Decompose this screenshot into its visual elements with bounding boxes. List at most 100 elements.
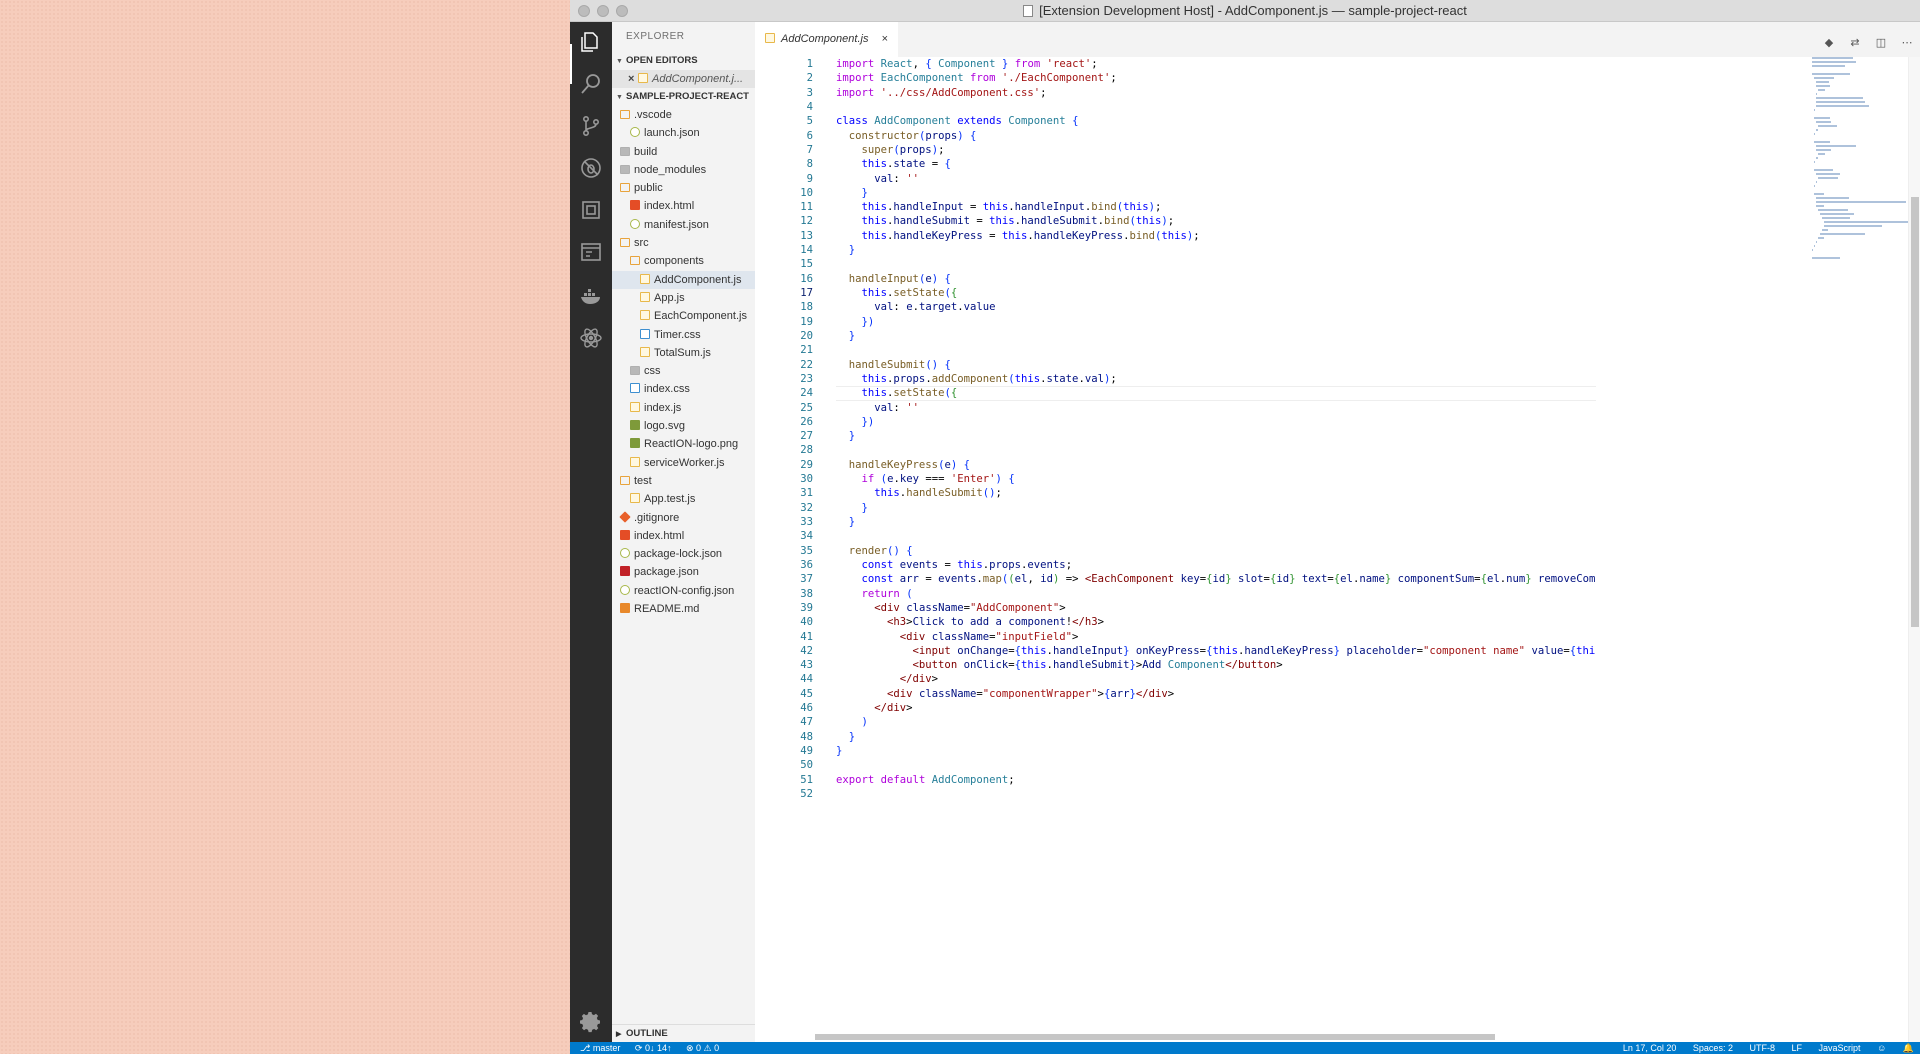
tree-item[interactable]: package.json [612, 563, 755, 581]
tree-item[interactable]: logo.svg [612, 417, 755, 435]
git-compare-icon[interactable]: ⇄ [1848, 36, 1862, 50]
code-line[interactable]: this.handleSubmit(); [836, 486, 1596, 500]
code-line[interactable] [836, 100, 1596, 114]
code-line[interactable]: } [836, 501, 1596, 515]
code-line[interactable] [836, 758, 1596, 772]
code-line[interactable] [836, 787, 1596, 801]
code-line[interactable]: } [836, 429, 1596, 443]
feedback-icon[interactable]: ☺ [1877, 1043, 1886, 1053]
code-line[interactable]: if (e.key === 'Enter') { [836, 472, 1596, 486]
vertical-scroll-thumb[interactable] [1911, 197, 1919, 627]
vertical-scrollbar[interactable] [1908, 57, 1920, 1042]
code-line[interactable]: this.props.addComponent(this.state.val); [836, 372, 1596, 386]
tree-item[interactable]: TotalSum.js [612, 344, 755, 362]
code-line[interactable]: const events = this.props.events; [836, 558, 1596, 572]
code-line[interactable]: } [836, 329, 1596, 343]
tree-item[interactable]: README.md [612, 600, 755, 618]
search-icon[interactable] [579, 72, 603, 96]
encoding-status[interactable]: UTF-8 [1749, 1043, 1775, 1053]
code-line[interactable]: <h3>Click to add a component!</h3> [836, 615, 1596, 629]
code-line[interactable]: import '../css/AddComponent.css'; [836, 86, 1596, 100]
code-line[interactable]: super(props); [836, 143, 1596, 157]
code-line[interactable]: this.handleSubmit = this.handleSubmit.bi… [836, 214, 1596, 228]
tree-item[interactable]: ReactION-logo.png [612, 435, 755, 453]
code-line[interactable]: render() { [836, 544, 1596, 558]
code-line[interactable]: this.setState({ [836, 286, 1596, 300]
problems-status[interactable]: ⊗ 0 ⚠ 0 [686, 1043, 719, 1053]
tree-item[interactable]: index.html [612, 527, 755, 545]
minimap[interactable] [1812, 57, 1914, 259]
docker-icon[interactable] [579, 284, 603, 308]
more-actions-icon[interactable]: ⋯ [1900, 36, 1914, 50]
notifications-bell-icon[interactable]: 🔔 [1903, 1043, 1914, 1053]
tree-item[interactable]: EachComponent.js [612, 307, 755, 325]
tree-item[interactable]: App.js [612, 289, 755, 307]
code-line[interactable] [836, 343, 1596, 357]
code-line[interactable]: handleSubmit() { [836, 358, 1596, 372]
code-line[interactable]: class AddComponent extends Component { [836, 114, 1596, 128]
code-line[interactable]: }) [836, 315, 1596, 329]
code-line[interactable] [836, 257, 1596, 271]
language-mode[interactable]: JavaScript [1819, 1043, 1861, 1053]
react-atom-icon[interactable] [579, 326, 603, 350]
code-line[interactable]: </div> [836, 701, 1596, 715]
tree-item[interactable]: .vscode [612, 106, 755, 124]
tree-item[interactable]: .gitignore [612, 509, 755, 527]
code-line[interactable]: <input onChange={this.handleInput} onKey… [836, 644, 1596, 658]
split-editor-icon[interactable]: ◫ [1874, 36, 1888, 50]
tree-item[interactable]: index.css [612, 380, 755, 398]
open-editor-item[interactable]: × AddComponent.j... [612, 70, 755, 88]
code-line[interactable]: const arr = events.map((el, id) => <Each… [836, 572, 1596, 586]
code-line[interactable]: } [836, 515, 1596, 529]
code-line[interactable]: <div className="componentWrapper">{arr}<… [836, 687, 1596, 701]
tab-addcomponent[interactable]: AddComponent.js × [755, 22, 898, 57]
debug-icon[interactable] [579, 156, 603, 180]
tree-item[interactable]: index.html [612, 197, 755, 215]
code-line[interactable]: } [836, 744, 1596, 758]
tree-item[interactable]: components [612, 252, 755, 270]
code-line[interactable]: return ( [836, 587, 1596, 601]
code-line[interactable]: handleInput(e) { [836, 272, 1596, 286]
tree-item[interactable]: build [612, 143, 755, 161]
code-line[interactable]: import React, { Component } from 'react'… [836, 57, 1596, 71]
tree-item[interactable]: public [612, 179, 755, 197]
outline-section[interactable]: ▶ OUTLINE [612, 1024, 755, 1042]
cursor-position[interactable]: Ln 17, Col 20 [1623, 1043, 1677, 1053]
code-line[interactable]: } [836, 186, 1596, 200]
gear-icon[interactable] [579, 1010, 603, 1034]
code-line[interactable]: this.handleInput = this.handleInput.bind… [836, 200, 1596, 214]
code-line[interactable]: }) [836, 415, 1596, 429]
code-line[interactable]: } [836, 243, 1596, 257]
code-line[interactable] [836, 529, 1596, 543]
tree-item[interactable]: App.test.js [612, 490, 755, 508]
code-area[interactable]: import React, { Component } from 'react'… [836, 57, 1596, 801]
tree-item[interactable]: test [612, 472, 755, 490]
tree-item[interactable]: node_modules [612, 161, 755, 179]
tree-item[interactable]: src [612, 234, 755, 252]
tree-item[interactable]: reactION-config.json [612, 582, 755, 600]
tree-item[interactable]: package-lock.json [612, 545, 755, 563]
explorer-icon[interactable] [579, 30, 603, 54]
code-line[interactable]: <div className="inputField"> [836, 630, 1596, 644]
code-line[interactable]: this.handleKeyPress = this.handleKeyPres… [836, 229, 1596, 243]
close-icon[interactable]: × [628, 70, 638, 88]
code-line[interactable]: this.state = { [836, 157, 1596, 171]
tree-item[interactable]: index.js [612, 399, 755, 417]
indentation-status[interactable]: Spaces: 2 [1693, 1043, 1733, 1053]
code-line[interactable]: handleKeyPress(e) { [836, 458, 1596, 472]
code-line[interactable]: ) [836, 715, 1596, 729]
code-line[interactable]: val: e.target.value [836, 300, 1596, 314]
eol-status[interactable]: LF [1791, 1043, 1802, 1053]
tree-item[interactable]: AddComponent.js [612, 270, 755, 289]
branch-indicator[interactable]: ⎇ master [580, 1043, 626, 1053]
code-line[interactable]: export default AddComponent; [836, 773, 1596, 787]
horizontal-scroll-thumb[interactable] [815, 1034, 1495, 1040]
sync-status[interactable]: ⟳ 0↓ 14↑ [635, 1043, 678, 1053]
remote-explorer-icon[interactable] [579, 240, 603, 264]
tree-item[interactable]: serviceWorker.js [612, 454, 755, 472]
open-editors-section[interactable]: ▼ OPEN EDITORS [612, 52, 755, 70]
code-line[interactable] [836, 443, 1596, 457]
source-control-icon[interactable] [579, 114, 603, 138]
tree-item[interactable]: launch.json [612, 124, 755, 142]
tree-item[interactable]: css [612, 362, 755, 380]
